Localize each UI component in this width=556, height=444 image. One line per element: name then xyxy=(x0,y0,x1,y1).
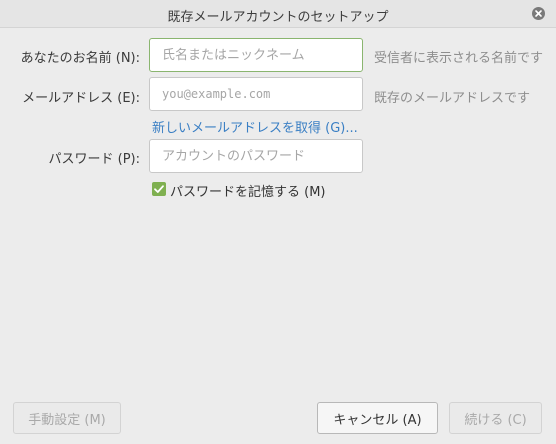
password-input[interactable] xyxy=(149,139,363,173)
name-hint: 受信者に表示される名前です xyxy=(374,51,544,66)
close-icon[interactable] xyxy=(532,7,545,20)
name-input[interactable] xyxy=(149,38,363,72)
name-label: あなたのお名前 (N): xyxy=(20,51,140,66)
cancel-button[interactable]: キャンセル (A) xyxy=(317,402,438,434)
email-input[interactable] xyxy=(149,77,363,111)
continue-button[interactable]: 続ける (C) xyxy=(449,402,542,434)
password-label: パスワード (P): xyxy=(48,152,141,167)
remember-password-label: パスワードを記憶する (M) xyxy=(170,185,326,200)
title-bar: 既存メールアカウントのセットアップ xyxy=(0,0,556,28)
new-address-link[interactable]: 新しいメールアドレスを取得 (G)... xyxy=(152,117,358,136)
email-hint: 既存のメールアドレスです xyxy=(374,91,531,106)
email-label: メールアドレス (E): xyxy=(22,91,140,106)
check-icon xyxy=(154,185,164,193)
manual-setup-button[interactable]: 手動設定 (M) xyxy=(13,402,121,434)
window-title: 既存メールアカウントのセットアップ xyxy=(167,10,389,25)
remember-password-checkbox[interactable] xyxy=(152,182,166,196)
